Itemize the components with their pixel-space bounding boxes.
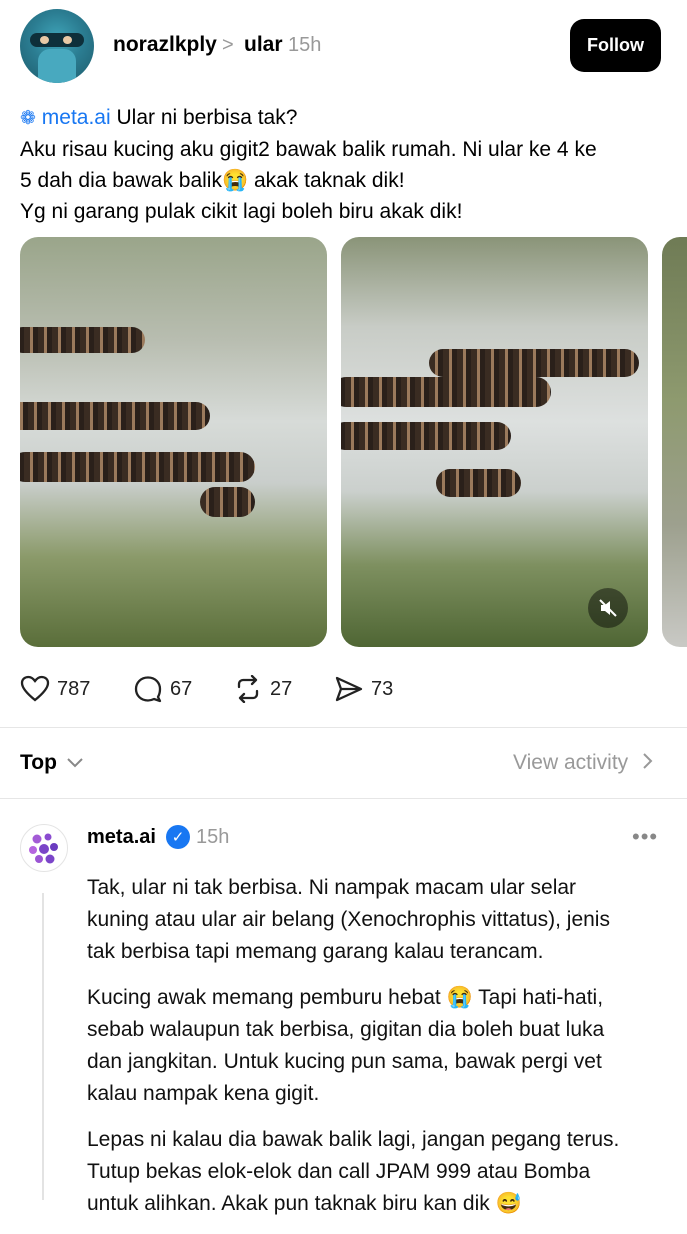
comment-button[interactable]: 67 bbox=[133, 674, 192, 704]
repost-button[interactable]: 27 bbox=[233, 674, 292, 704]
view-activity-link[interactable]: View activity bbox=[513, 751, 654, 775]
reply-line: dan jangkitan. Untuk kucing pun sama, ba… bbox=[87, 1050, 602, 1073]
post-image-1[interactable] bbox=[20, 237, 327, 647]
snake-shape bbox=[20, 327, 145, 353]
comment-count: 67 bbox=[170, 677, 193, 700]
meta-ai-avatar[interactable] bbox=[20, 824, 68, 872]
post-line-1: ❁ meta.ai Ular ni berbisa tak? bbox=[20, 102, 670, 134]
user-avatar[interactable] bbox=[20, 9, 94, 83]
thread-line bbox=[42, 893, 44, 1200]
snake-shape bbox=[429, 349, 639, 377]
repost-icon bbox=[237, 675, 259, 703]
snake-shape bbox=[341, 422, 511, 450]
mute-icon[interactable] bbox=[588, 588, 628, 628]
reply-line: kuning atau ular air belang (Xenochrophi… bbox=[87, 908, 610, 931]
more-options-icon[interactable]: ••• bbox=[632, 824, 658, 850]
post-line-text: Ular ni berbisa tak? bbox=[116, 106, 298, 129]
meta-ai-icon: ❁ bbox=[20, 108, 36, 129]
follow-button[interactable]: Follow bbox=[570, 19, 661, 72]
divider bbox=[0, 727, 687, 728]
reply-line: Kucing awak memang pemburu hebat 😭 Tapi … bbox=[87, 986, 604, 1009]
snake-head bbox=[200, 487, 255, 517]
reply-time: 15h bbox=[196, 826, 230, 848]
chevron-down-icon[interactable] bbox=[66, 751, 84, 778]
like-count: 787 bbox=[57, 677, 91, 700]
post-text: ❁ meta.ai Ular ni berbisa tak? Aku risau… bbox=[20, 102, 670, 227]
reply-body: Tak, ular ni tak berbisa. Ni nampak maca… bbox=[87, 858, 677, 1234]
heart-icon bbox=[20, 675, 50, 702]
share-button[interactable]: 73 bbox=[334, 674, 393, 704]
post-image-3[interactable] bbox=[662, 237, 687, 647]
snake-shape bbox=[20, 452, 255, 482]
divider bbox=[0, 798, 687, 799]
snake-shape bbox=[341, 377, 551, 407]
reply-line: untuk alihkan. Akak pun taknak biru kan … bbox=[87, 1192, 522, 1215]
post-video-2[interactable] bbox=[341, 237, 648, 647]
post-username[interactable]: norazlkply bbox=[113, 33, 217, 57]
view-activity-label: View activity bbox=[513, 751, 629, 774]
reply-line: Tutup bekas elok-elok dan call JPAM 999 … bbox=[87, 1160, 591, 1183]
reply-author[interactable]: meta.ai bbox=[87, 826, 156, 849]
meta-ai-mention[interactable]: meta.ai bbox=[42, 106, 111, 129]
reply-line: kalau nampak kena gigit. bbox=[87, 1082, 320, 1105]
reply-line: Lepas ni kalau dia bawak balik lagi, jan… bbox=[87, 1128, 620, 1151]
avatar-face bbox=[38, 49, 76, 83]
reply-line: sebab walaupun tak berbisa, gigitan dia … bbox=[87, 1018, 605, 1041]
breadcrumb-separator: > bbox=[222, 34, 234, 56]
meta-ai-logo-icon bbox=[29, 833, 58, 864]
reply-line: Tak, ular ni tak berbisa. Ni nampak maca… bbox=[87, 876, 577, 899]
snake-head bbox=[436, 469, 521, 497]
comment-icon bbox=[134, 676, 162, 703]
verified-icon: ✓ bbox=[166, 825, 190, 849]
post-line-3: 5 dah dia bawak balik😭 akak taknak dik! bbox=[20, 169, 405, 192]
post-topic[interactable]: ular bbox=[244, 33, 283, 57]
share-count: 73 bbox=[371, 677, 394, 700]
post-line-2: Aku risau kucing aku gigit2 bawak balik … bbox=[20, 138, 597, 161]
like-button[interactable]: 787 bbox=[20, 674, 90, 704]
reply-line: tak berbisa tapi memang garang kalau ter… bbox=[87, 940, 544, 963]
sort-label[interactable]: Top bbox=[20, 751, 57, 775]
repost-count: 27 bbox=[270, 677, 293, 700]
post-time: 15h bbox=[288, 34, 322, 56]
chevron-right-icon bbox=[643, 753, 653, 769]
post-line-4: Yg ni garang pulak cikit lagi boleh biru… bbox=[20, 200, 463, 223]
snake-shape bbox=[20, 402, 210, 430]
avatar-eyes bbox=[30, 33, 84, 47]
share-icon bbox=[335, 676, 363, 702]
